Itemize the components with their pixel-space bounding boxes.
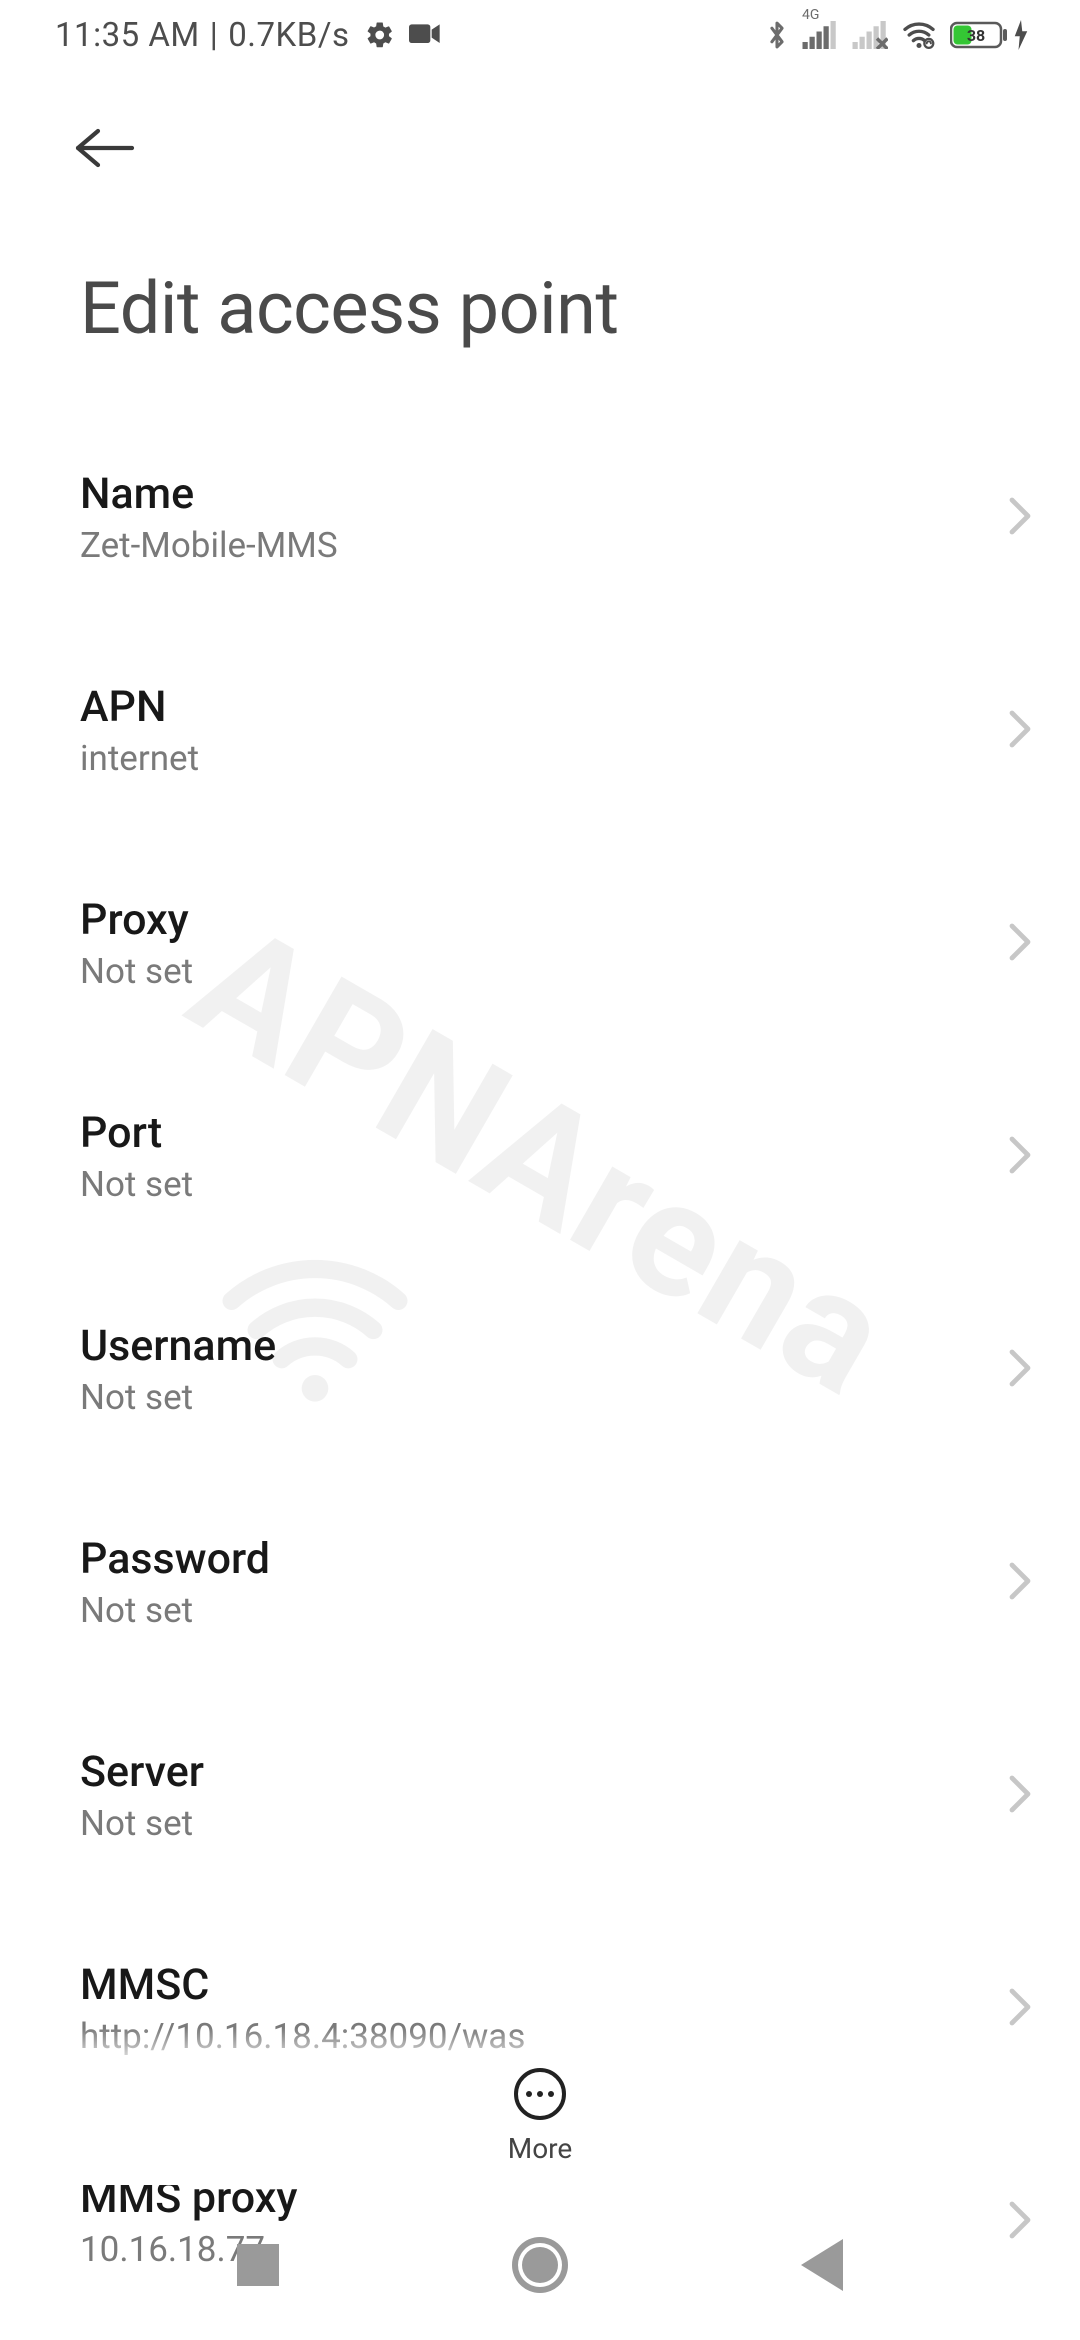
setting-label: Name <box>80 469 338 519</box>
setting-label: Port <box>80 1108 193 1158</box>
video-icon <box>409 23 441 47</box>
page-title: Edit access point <box>80 266 1030 351</box>
chevron-right-icon <box>1008 1774 1032 1818</box>
setting-value: Not set <box>80 1377 276 1418</box>
signal-nosim-icon <box>852 21 888 49</box>
battery-icon: 38 <box>950 20 1030 50</box>
setting-password[interactable]: Password Not set <box>80 1476 1042 1689</box>
setting-apn[interactable]: APN internet <box>80 624 1042 837</box>
nav-home-button[interactable] <box>512 2237 568 2293</box>
status-left: 11:35 AM | 0.7KB/s <box>55 16 441 55</box>
bluetooth-icon <box>766 18 788 52</box>
status-time: 11:35 AM <box>55 16 200 55</box>
setting-server[interactable]: Server Not set <box>80 1689 1042 1902</box>
more-button[interactable]: More <box>0 2028 1080 2165</box>
setting-label: Password <box>80 1534 270 1584</box>
setting-label: MMSC <box>80 1960 525 2010</box>
setting-label: APN <box>80 682 199 732</box>
setting-value: Not set <box>80 1164 193 1205</box>
setting-name[interactable]: Name Zet-Mobile-MMS <box>80 411 1042 624</box>
chevron-right-icon <box>1008 1561 1032 1605</box>
setting-port[interactable]: Port Not set <box>80 1050 1042 1263</box>
navigation-bar <box>0 2190 1080 2340</box>
setting-value: internet <box>80 738 199 779</box>
wifi-icon <box>902 21 936 49</box>
setting-label: Server <box>80 1747 204 1797</box>
chevron-right-icon <box>1008 1135 1032 1179</box>
chevron-right-icon <box>1008 1987 1032 2031</box>
setting-proxy[interactable]: Proxy Not set <box>80 837 1042 1050</box>
status-sep: | <box>210 16 219 55</box>
nav-recent-button[interactable] <box>237 2244 279 2286</box>
setting-label: Proxy <box>80 895 193 945</box>
nav-back-button[interactable] <box>801 2239 843 2291</box>
signal-4g-icon: 4G <box>802 21 838 49</box>
setting-value: Not set <box>80 1590 270 1631</box>
screen: APNArena 11:35 AM | 0.7KB/s 4G <box>0 0 1080 2340</box>
arrow-left-icon <box>74 127 138 169</box>
header: Edit access point <box>0 70 1080 351</box>
more-label: More <box>508 2132 573 2165</box>
chevron-right-icon <box>1008 496 1032 540</box>
back-button[interactable] <box>74 108 154 188</box>
chevron-right-icon <box>1008 709 1032 753</box>
setting-label: Username <box>80 1321 276 1371</box>
setting-value: Zet-Mobile-MMS <box>80 525 338 566</box>
setting-value: Not set <box>80 951 193 992</box>
more-icon <box>514 2068 566 2120</box>
gear-icon <box>365 20 395 50</box>
chevron-right-icon <box>1008 922 1032 966</box>
status-bar: 11:35 AM | 0.7KB/s 4G <box>0 0 1080 70</box>
chevron-right-icon <box>1008 1348 1032 1392</box>
status-right: 4G 38 <box>766 18 1030 52</box>
svg-text:38: 38 <box>967 26 985 45</box>
setting-value: Not set <box>80 1803 204 1844</box>
status-net-speed: 0.7KB/s <box>228 16 349 55</box>
setting-username[interactable]: Username Not set <box>80 1263 1042 1476</box>
